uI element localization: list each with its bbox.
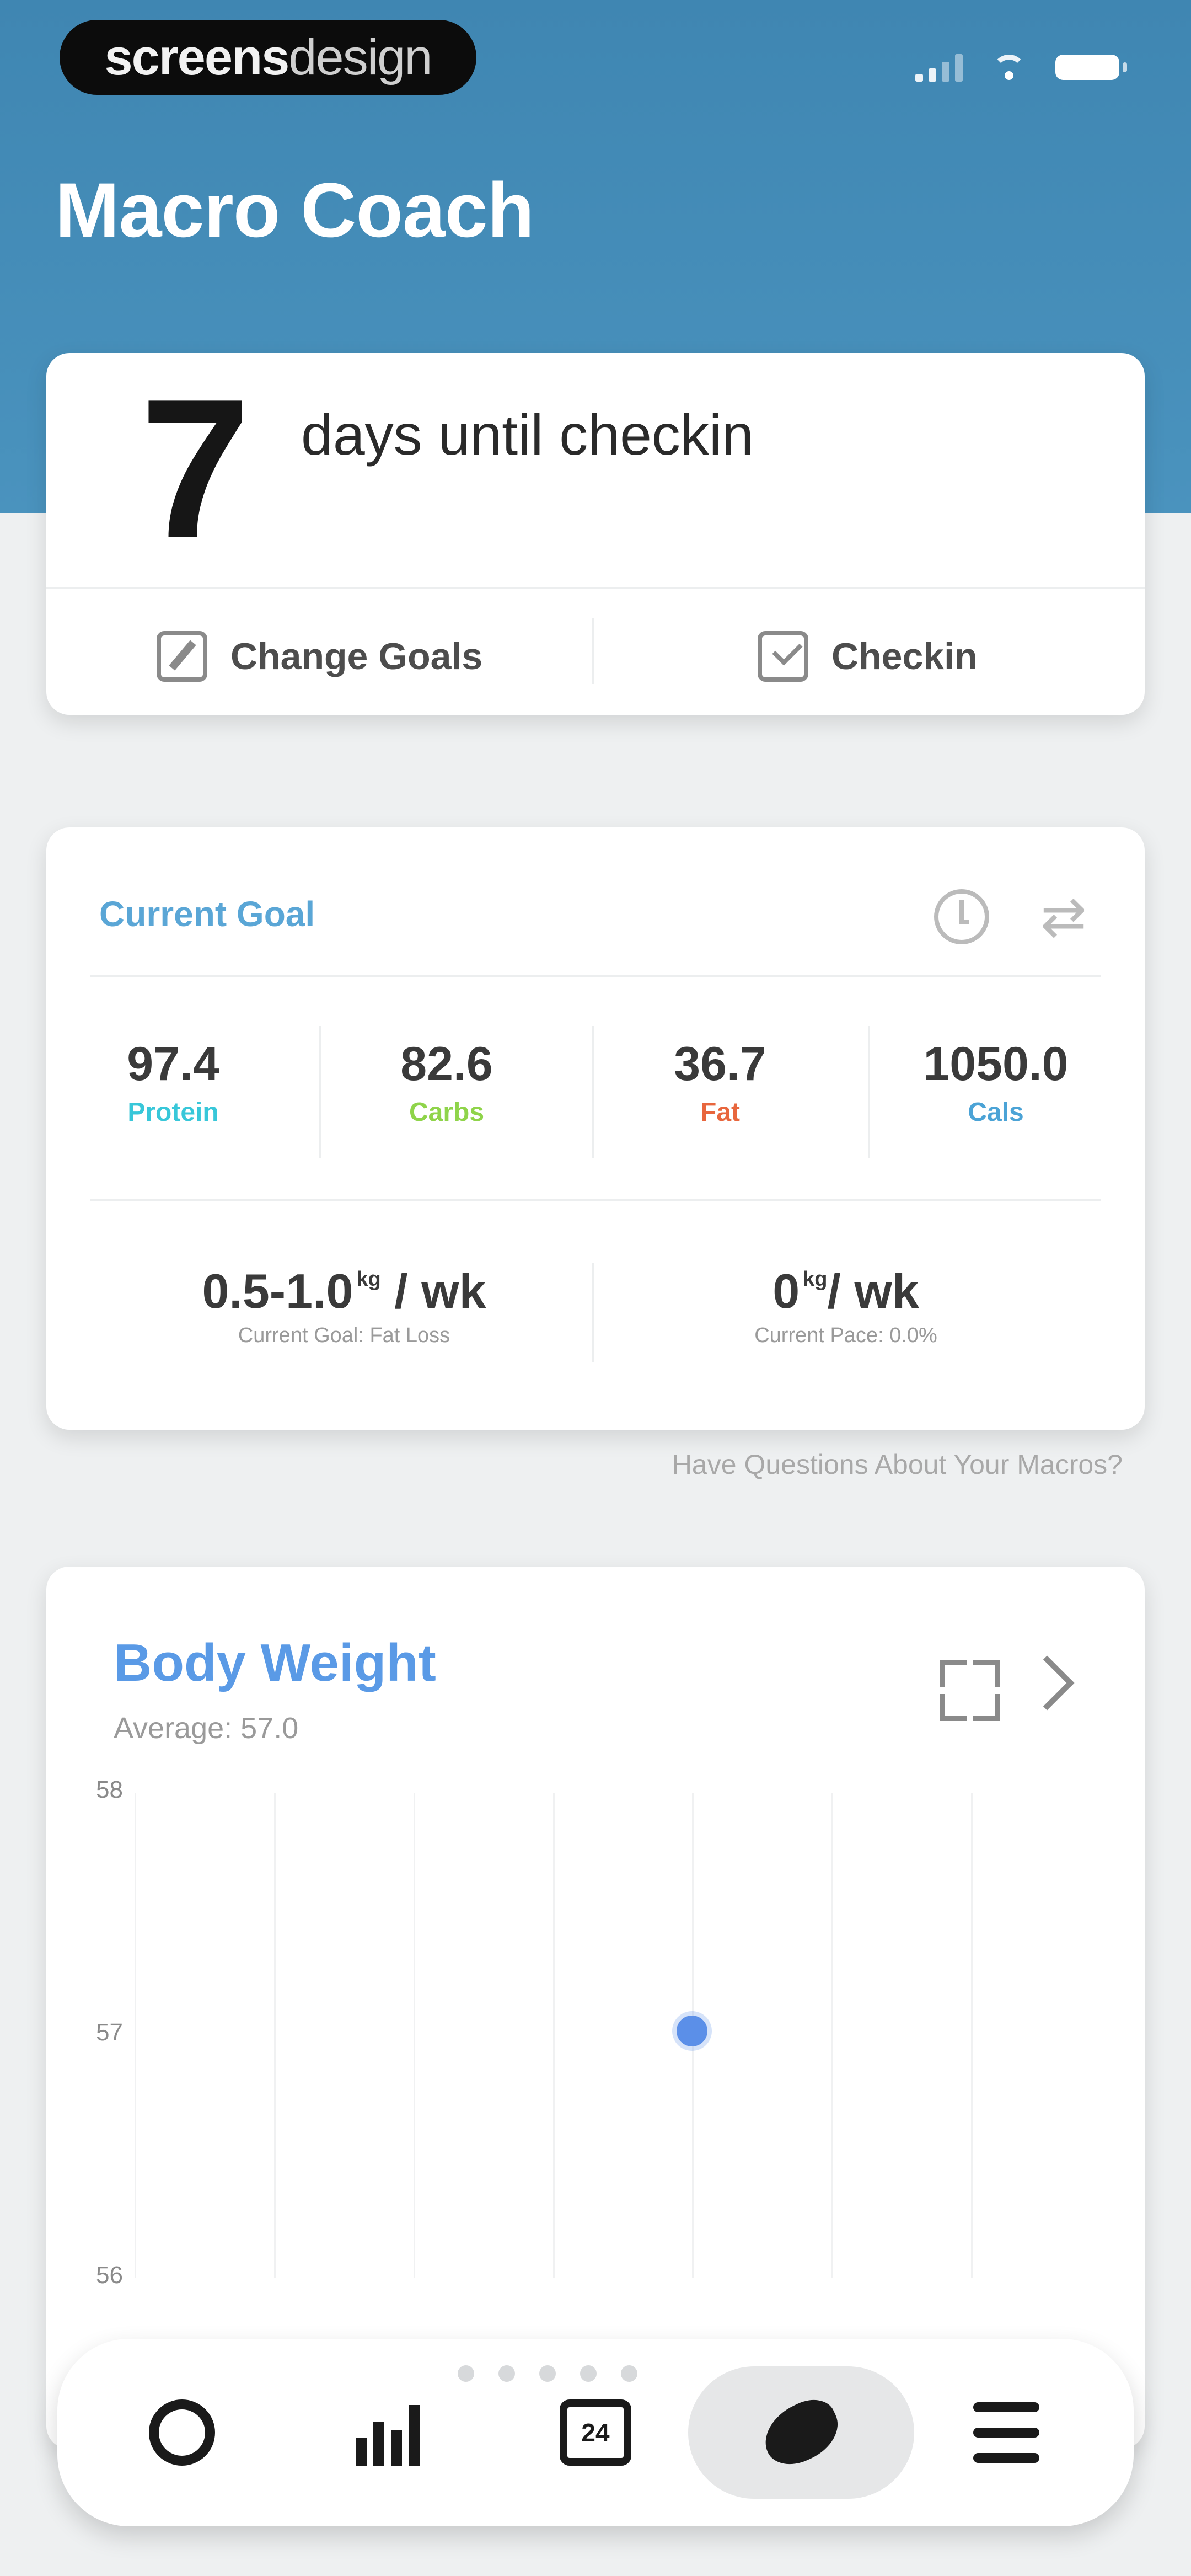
y-tick-label: 57 xyxy=(96,2019,123,2046)
recycle-icon xyxy=(149,2399,215,2466)
badge-text-light: design xyxy=(288,29,432,85)
goal-rate-value: 0.5-1.0 kg / wk xyxy=(202,1264,486,1318)
expand-icon[interactable] xyxy=(940,1660,1000,1721)
divider xyxy=(46,587,1145,589)
macro-label: Cals xyxy=(968,1098,1024,1127)
divider xyxy=(592,1263,594,1362)
signal-icon xyxy=(915,53,963,82)
macro-value: 36.7 xyxy=(674,1038,766,1091)
goal-rate: 0.5-1.0 kg / wk Current Goal: Fat Loss xyxy=(96,1263,592,1348)
grid-line xyxy=(552,1793,555,2278)
macro-carbs: 82.6 Carbs xyxy=(320,1037,573,1127)
checkin-button[interactable]: Checkin xyxy=(758,623,978,690)
macro-value: 82.6 xyxy=(400,1038,493,1091)
macro-label: Carbs xyxy=(409,1098,485,1127)
chevron-right-icon[interactable] xyxy=(1020,1655,1075,1711)
y-tick-label: 58 xyxy=(96,1776,123,1803)
pace-rate-sub: Current Pace: 0.0% xyxy=(754,1324,937,1347)
settings-icon xyxy=(973,2402,1039,2463)
body-weight-card: Body Weight Average: 57.0 58 57 56 xyxy=(46,1567,1145,2449)
food-icon xyxy=(754,2391,848,2474)
tab-calendar[interactable]: 24 xyxy=(496,2366,695,2499)
body-weight-title: Body Weight xyxy=(114,1633,436,1692)
macro-label: Protein xyxy=(127,1098,219,1127)
stats-icon xyxy=(356,2399,427,2466)
grid-line xyxy=(971,1793,973,2278)
macro-fat: 36.7 Fat xyxy=(593,1037,847,1127)
checkin-card: 7 days until checkin Change Goals Checki… xyxy=(46,353,1145,715)
tab-recycle[interactable] xyxy=(83,2366,281,2499)
body-weight-average: Average: 57.0 xyxy=(114,1712,299,1745)
macro-cals: 1050.0 Cals xyxy=(869,1037,1123,1127)
current-goal-title: Current Goal xyxy=(99,894,315,934)
screensdesign-badge: screens design xyxy=(60,20,476,95)
macro-value: 1050.0 xyxy=(923,1038,1069,1091)
change-goals-button[interactable]: Change Goals xyxy=(157,623,482,690)
badge-text-bold: screens xyxy=(104,29,290,85)
grid-line xyxy=(831,1793,834,2278)
days-label: days until checkin xyxy=(301,403,754,467)
wifi-icon xyxy=(993,55,1026,80)
grid-line xyxy=(135,1793,136,2278)
tab-settings[interactable] xyxy=(907,2366,1106,2499)
pace-rate: 0 kg/ wk Current Pace: 0.0% xyxy=(598,1263,1094,1348)
grid-line xyxy=(413,1793,415,2278)
macro-label: Fat xyxy=(700,1098,740,1127)
history-icon[interactable] xyxy=(934,889,989,944)
edit-icon xyxy=(157,631,207,682)
swap-icon[interactable]: ⇄ xyxy=(1033,889,1094,944)
macros-questions-link[interactable]: Have Questions About Your Macros? xyxy=(672,1449,1123,1481)
divider xyxy=(90,975,1101,977)
days-count: 7 xyxy=(140,358,251,580)
grid-line xyxy=(273,1793,276,2278)
calendar-icon: 24 xyxy=(560,2399,631,2466)
tab-stats[interactable] xyxy=(292,2366,491,2499)
tab-food[interactable] xyxy=(688,2366,914,2499)
data-point[interactable] xyxy=(677,2016,708,2046)
battery-icon xyxy=(1055,55,1127,80)
page-title: Macro Coach xyxy=(55,167,534,253)
divider xyxy=(592,618,594,684)
body-weight-chart: 58 57 56 xyxy=(96,1776,1110,2289)
checkin-label: Checkin xyxy=(831,635,978,677)
y-tick-label: 56 xyxy=(96,2262,123,2289)
change-goals-label: Change Goals xyxy=(230,635,483,677)
goal-rate-sub: Current Goal: Fat Loss xyxy=(238,1324,450,1347)
checkbox-icon xyxy=(758,631,808,682)
macro-value: 97.4 xyxy=(127,1038,219,1091)
status-icons xyxy=(915,53,1127,82)
macro-protein: 97.4 Protein xyxy=(46,1037,300,1127)
divider xyxy=(90,1199,1101,1201)
pace-rate-value: 0 kg/ wk xyxy=(772,1264,919,1318)
current-goal-card: Current Goal ⇄ 97.4 Protein 82.6 Carbs 3… xyxy=(46,827,1145,1430)
